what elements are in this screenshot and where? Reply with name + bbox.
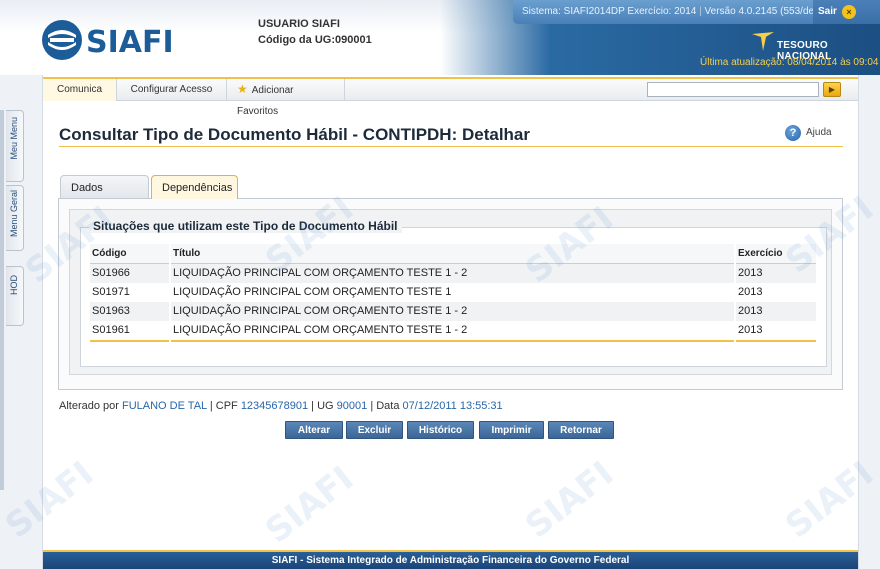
- cell-year: 2013: [736, 264, 816, 283]
- system-info: Sistema: SIAFI2014DP Exercício: 2014: [522, 6, 697, 17]
- menu-adicionar-favoritos[interactable]: ★ Adicionar Favoritos: [227, 79, 345, 117]
- audit-user: FULANO DE TAL: [122, 400, 207, 412]
- cell-year: 2013: [736, 302, 816, 321]
- system-info-bar: Sistema: SIAFI2014DP Exercício: 2014 | V…: [513, 0, 839, 24]
- tab-dados-basicos[interactable]: Dados Básicos: [60, 175, 149, 218]
- cell-year: 2013: [736, 321, 816, 340]
- siafi-logo: SIAFI: [40, 17, 180, 63]
- cell-title: LIQUIDAÇÃO PRINCIPAL COM ORÇAMENTO TESTE…: [171, 302, 734, 321]
- menu-label: Comunica: [56, 84, 103, 95]
- side-rail: [0, 110, 4, 490]
- title-divider: [59, 146, 843, 147]
- cell-title: LIQUIDAÇÃO PRINCIPAL COM ORÇAMENTO TESTE…: [171, 283, 734, 302]
- date-label: Data: [376, 400, 400, 412]
- column-header[interactable]: Código: [90, 244, 169, 264]
- cell-code: S01961: [90, 321, 169, 340]
- table-body: S01966 LIQUIDAÇÃO PRINCIPAL COM ORÇAMENT…: [90, 264, 816, 340]
- tab-panel: Situações que utilizam este Tipo de Docu…: [58, 198, 843, 390]
- side-tab-menu-geral[interactable]: Menu Geral: [6, 185, 24, 251]
- retornar-button[interactable]: Retornar: [548, 421, 614, 439]
- menu-comunica[interactable]: Comunica: [43, 79, 117, 101]
- imprimir-button[interactable]: Imprimir: [479, 421, 544, 439]
- alterar-button[interactable]: Alterar: [285, 421, 343, 439]
- menu-label: Configurar Acesso: [130, 84, 213, 95]
- user-info: USUARIO SIAFI Código da UG:090001: [258, 16, 372, 48]
- main-panel: Comunica Configurar Acesso ★ Adicionar Fa…: [42, 75, 859, 569]
- excluir-button[interactable]: Excluir: [346, 421, 403, 439]
- cell-code: S01963: [90, 302, 169, 321]
- cell-year: 2013: [736, 283, 816, 302]
- user-name: USUARIO SIAFI: [258, 18, 340, 30]
- logo-text: SIAFI: [86, 25, 174, 60]
- footer-segment: [171, 340, 734, 342]
- menubar: Comunica Configurar Acesso ★ Adicionar Fa…: [43, 77, 858, 117]
- table-footer-rule: [90, 340, 816, 342]
- footer-bar: SIAFI - Sistema Integrado de Administraç…: [43, 550, 858, 569]
- audit-cpf: 12345678901: [240, 400, 309, 412]
- cell-code: S01966: [90, 264, 169, 283]
- dependencies-table: Código Título Exercício S01966 LIQUIDAÇÃ…: [90, 244, 816, 342]
- column-header[interactable]: Título: [171, 244, 734, 264]
- logout-label: Sair: [818, 6, 837, 17]
- side-tab-label: HOD: [9, 275, 19, 295]
- ug-label: Código da UG:: [258, 34, 335, 46]
- help-link[interactable]: Ajuda: [806, 127, 832, 138]
- side-tab-hod[interactable]: HOD: [6, 266, 24, 326]
- logout-icon[interactable]: ×: [842, 5, 856, 19]
- search-input[interactable]: [647, 82, 819, 97]
- audit-ug: 90001: [336, 400, 368, 412]
- ug-label: UG: [317, 400, 334, 412]
- ug-value: 090001: [335, 34, 372, 46]
- dependencies-fieldset: Situações que utilizam este Tipo de Docu…: [80, 219, 827, 367]
- side-tab-meu-menu[interactable]: Meu Menu: [6, 110, 24, 182]
- menu-configurar-acesso[interactable]: Configurar Acesso: [117, 79, 227, 101]
- table-row[interactable]: S01961 LIQUIDAÇÃO PRINCIPAL COM ORÇAMENT…: [90, 321, 816, 340]
- tab-label: Dependências: [162, 182, 233, 194]
- footer-segment: [736, 340, 816, 342]
- side-tab-label: Menu Geral: [9, 190, 19, 238]
- page-title: Consultar Tipo de Documento Hábil - CONT…: [59, 125, 530, 144]
- ug-line: Código da UG:090001: [258, 32, 372, 48]
- star-icon: ★: [237, 82, 248, 96]
- column-header[interactable]: Exercício: [736, 244, 816, 264]
- table-row[interactable]: S01963 LIQUIDAÇÃO PRINCIPAL COM ORÇAMENT…: [90, 302, 816, 321]
- audit-date: 07/12/2011 13:55:31: [402, 400, 503, 412]
- audit-prefix: Alterado por: [59, 400, 119, 412]
- side-tab-label: Meu Menu: [9, 117, 19, 160]
- search-go-button[interactable]: ▶: [823, 82, 841, 97]
- arrow-right-icon: ▶: [828, 85, 836, 94]
- tab-dependencias[interactable]: Dependências: [151, 175, 238, 199]
- cell-title: LIQUIDAÇÃO PRINCIPAL COM ORÇAMENTO TESTE…: [171, 264, 734, 283]
- inner-panel: Situações que utilizam este Tipo de Docu…: [69, 209, 832, 375]
- table-row[interactable]: S01966 LIQUIDAÇÃO PRINCIPAL COM ORÇAMENT…: [90, 264, 816, 283]
- historico-button[interactable]: Histórico: [407, 421, 474, 439]
- help-icon[interactable]: ?: [785, 125, 801, 141]
- section-legend: Situações que utilizam este Tipo de Docu…: [89, 219, 402, 233]
- cell-title: LIQUIDAÇÃO PRINCIPAL COM ORÇAMENTO TESTE…: [171, 321, 734, 340]
- table-header: Código Título Exercício: [90, 244, 816, 264]
- cpf-label: CPF: [215, 400, 238, 412]
- audit-info: Alterado por FULANO DE TAL | CPF 1234567…: [59, 400, 503, 412]
- last-update: Última atualização: 08/04/2014 às 09:04: [700, 57, 879, 68]
- table-row[interactable]: S01971 LIQUIDAÇÃO PRINCIPAL COM ORÇAMENT…: [90, 283, 816, 302]
- cell-code: S01971: [90, 283, 169, 302]
- footer-segment: [90, 340, 169, 342]
